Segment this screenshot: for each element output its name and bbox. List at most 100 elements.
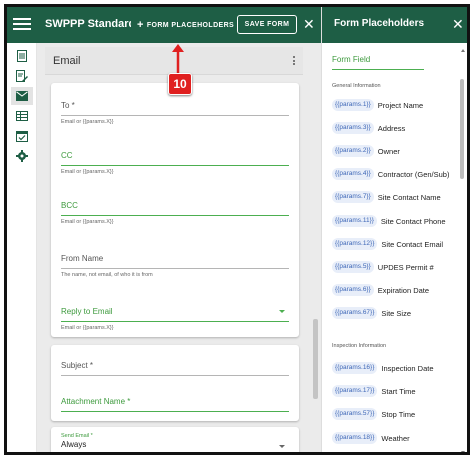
subject-input-line[interactable] — [61, 375, 289, 376]
cc-label: CC — [61, 151, 73, 160]
placeholder-item[interactable]: {{params.1}} Project Name — [332, 98, 423, 112]
placeholder-chip[interactable]: {{params.6}} — [332, 284, 374, 296]
placeholder-chip[interactable]: {{params.1}} — [332, 99, 374, 111]
email-settings-area: Email To * Email or {{params.X}} CC Emai… — [37, 43, 321, 453]
send-email-underline — [61, 452, 289, 453]
placeholder-item[interactable]: {{params.5}} UPDES Permit # — [332, 260, 434, 274]
reply-to-label: Reply to Email — [61, 307, 113, 316]
placeholder-name: Site Contact Phone — [380, 216, 446, 226]
to-label: To * — [61, 101, 75, 110]
placeholder-item[interactable]: {{params.7}} Site Contact Name — [332, 190, 441, 204]
placeholder-item[interactable]: {{params.18}} Weather — [332, 431, 410, 445]
section-title: Email — [53, 55, 81, 67]
placeholder-item[interactable]: {{params.11}} Site Contact Phone — [332, 214, 446, 228]
placeholder-chip[interactable]: {{params.17}} — [332, 385, 378, 397]
placeholder-name: Inspection Date — [381, 363, 434, 373]
placeholder-chip[interactable]: {{params.2}} — [332, 145, 374, 157]
chevron-down-icon[interactable] — [279, 310, 285, 313]
placeholder-item[interactable]: {{params.6}} Expiration Date — [332, 283, 429, 297]
reply-to-input-line[interactable] — [61, 321, 289, 322]
placeholder-chip[interactable]: {{params.11}} — [332, 215, 377, 227]
panel-scrollbar-thumb[interactable] — [460, 79, 464, 179]
placeholder-name: Weather — [381, 433, 410, 443]
menu-icon[interactable] — [13, 15, 31, 33]
placeholder-chip[interactable]: {{params.57}} — [332, 408, 378, 420]
to-hint: Email or {{params.X}} — [61, 119, 114, 125]
placeholder-chip[interactable]: {{params.67}} — [332, 307, 378, 319]
annotation-arrow-icon — [172, 44, 184, 73]
bcc-hint: Email or {{params.X}} — [61, 219, 114, 225]
save-form-button[interactable]: SAVE FORM — [237, 15, 297, 34]
placeholder-name: Site Contact Email — [381, 239, 444, 249]
edit-document-icon[interactable] — [11, 67, 33, 85]
placeholder-chip[interactable]: {{params.12}} — [332, 238, 378, 250]
placeholder-item[interactable]: {{params.16}} Inspection Date — [332, 361, 434, 375]
send-email-value: Always — [61, 440, 87, 449]
more-options-icon[interactable] — [291, 55, 297, 67]
attachment-name-label: Attachment Name * — [61, 397, 131, 406]
from-name-input-line[interactable] — [61, 268, 289, 269]
form-field-search[interactable]: Form Field — [332, 55, 424, 70]
bcc-input-line[interactable] — [61, 215, 289, 216]
to-field[interactable]: To * Email or {{params.X}} — [61, 101, 289, 125]
placeholder-item[interactable]: {{params.2}} Owner — [332, 144, 400, 158]
attachment-name-field[interactable]: Attachment Name * — [61, 397, 289, 412]
calendar-check-icon[interactable] — [11, 127, 33, 145]
placeholder-name: Start Time — [381, 386, 416, 396]
placeholder-chip[interactable]: {{params.18}} — [332, 432, 378, 444]
placeholder-name: Expiration Date — [377, 285, 430, 295]
cc-input-line[interactable] — [61, 165, 289, 166]
send-email-select[interactable]: Send Email * Always — [61, 433, 289, 453]
form-field-underline — [332, 69, 424, 70]
subject-label: Subject * — [61, 361, 94, 370]
placeholder-chip[interactable]: {{params.5}} — [332, 261, 374, 273]
panel-header: Form Placeholders ✕ — [322, 7, 467, 43]
placeholder-chip[interactable]: {{params.16}} — [332, 362, 378, 374]
placeholder-chip[interactable]: {{params.3}} — [332, 122, 374, 134]
close-icon[interactable]: ✕ — [303, 15, 317, 33]
placeholder-item[interactable]: {{params.4}} Contractor (Gen/Sub) — [332, 167, 449, 181]
cc-field[interactable]: CC Email or {{params.X}} — [61, 151, 289, 175]
form-field-label: Form Field — [332, 55, 371, 64]
chevron-down-icon[interactable] — [279, 445, 285, 448]
app-title: SWPPP Standard I — [45, 18, 131, 30]
close-icon[interactable]: ✕ — [452, 15, 464, 33]
step-badge: 10 — [168, 73, 192, 95]
placeholder-name: UPDES Permit # — [377, 262, 434, 272]
placeholder-item[interactable]: {{params.67}} Site Size — [332, 306, 411, 320]
form-placeholders-button[interactable]: + FORM PLACEHOLDERS — [133, 16, 238, 34]
group-heading-general: General Information — [332, 83, 381, 89]
placeholder-name: Site Size — [381, 308, 412, 318]
bcc-field[interactable]: BCC Email or {{params.X}} — [61, 201, 289, 225]
app-window: SWPPP Standard I + FORM PLACEHOLDERS SAV… — [4, 4, 470, 455]
placeholder-name: Stop Time — [381, 409, 416, 419]
placeholder-item[interactable]: {{params.17}} Start Time — [332, 384, 416, 398]
placeholder-item[interactable]: {{params.57}} Stop Time — [332, 407, 415, 421]
placeholder-name: Owner — [377, 146, 400, 156]
form-placeholders-label: FORM PLACEHOLDERS — [146, 21, 235, 29]
attachment-name-input-line[interactable] — [61, 411, 289, 412]
placeholder-item[interactable]: {{params.3}} Address — [332, 121, 405, 135]
gear-icon[interactable] — [11, 147, 33, 165]
document-icon[interactable] — [11, 47, 33, 65]
placeholder-item[interactable]: {{params.12}} Site Contact Email — [332, 237, 443, 251]
email-content-card: Subject * Attachment Name * — [51, 345, 299, 421]
reply-to-select[interactable]: Reply to Email Email or {{params.X}} — [61, 307, 289, 331]
placeholder-name: Project Name — [377, 100, 424, 110]
scroll-up-icon[interactable] — [461, 49, 465, 52]
email-icon[interactable] — [11, 87, 33, 105]
table-icon[interactable] — [11, 107, 33, 125]
group-heading-inspection: Inspection Information — [332, 343, 387, 349]
side-nav-rail — [7, 43, 37, 452]
placeholder-chip[interactable]: {{params.4}} — [332, 168, 374, 180]
from-name-label: From Name — [61, 254, 104, 263]
placeholder-chip[interactable]: {{params.7}} — [332, 191, 374, 203]
scroll-down-icon[interactable] — [461, 451, 465, 452]
top-app-bar: SWPPP Standard I + FORM PLACEHOLDERS SAV… — [7, 7, 321, 43]
main-scrollbar[interactable] — [313, 319, 318, 399]
subject-field[interactable]: Subject * — [61, 361, 289, 376]
from-name-hint: The name, not email, of who it is from — [61, 272, 153, 278]
from-name-field[interactable]: From Name The name, not email, of who it… — [61, 254, 289, 278]
panel-title: Form Placeholders — [334, 18, 425, 29]
to-input-line[interactable] — [61, 115, 289, 116]
